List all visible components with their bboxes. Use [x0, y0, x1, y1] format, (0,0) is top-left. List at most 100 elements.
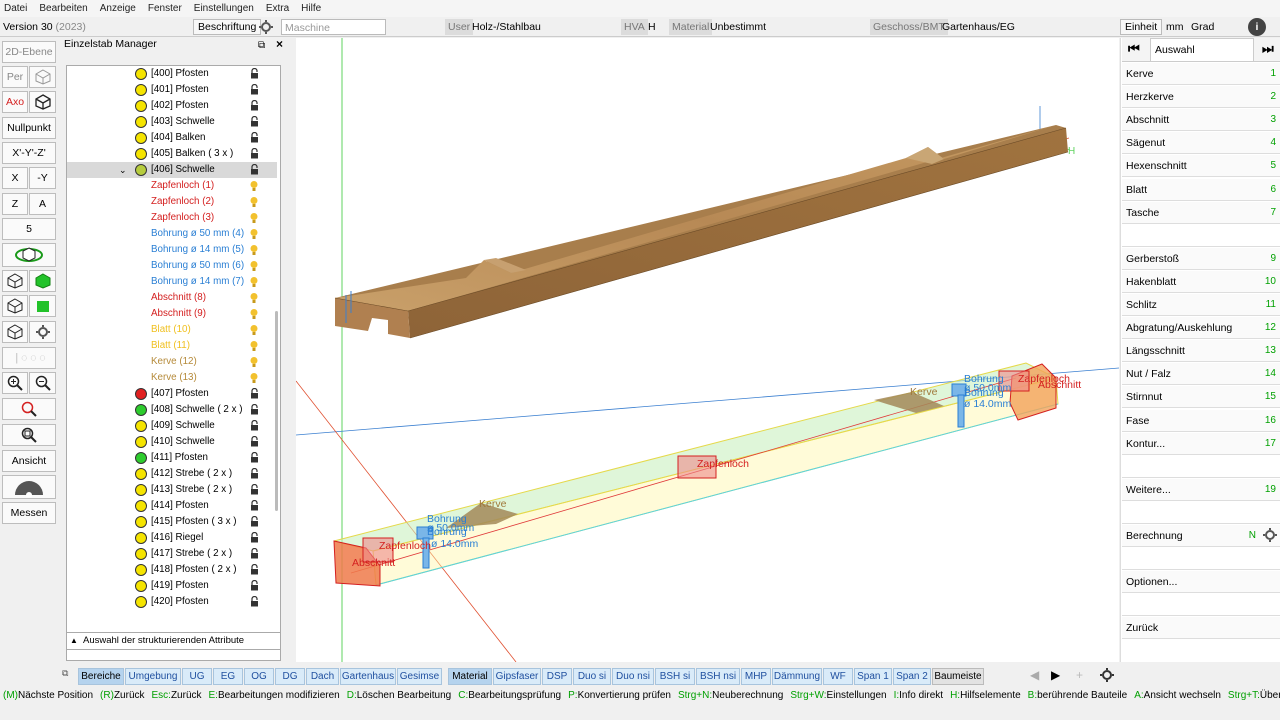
tree-subitem[interactable]: Bohrung ø 50 mm (4)	[67, 226, 277, 242]
lightbulb-icon[interactable]	[249, 180, 259, 192]
layer-tab[interactable]: UG	[182, 668, 212, 685]
layer-tab[interactable]: EG	[213, 668, 243, 685]
layer-tab[interactable]: Dämmung	[772, 668, 822, 685]
lock-icon[interactable]	[250, 499, 259, 511]
solid-cube-icon[interactable]	[29, 270, 56, 292]
dashboard-gauge-icon[interactable]	[2, 475, 56, 499]
add-icon[interactable]: +	[1076, 668, 1083, 682]
tree-item[interactable]: [420] Pfosten	[67, 594, 277, 610]
five-button[interactable]: 5	[2, 218, 56, 240]
minus-y-button[interactable]: -Y	[29, 167, 56, 189]
command-item[interactable]: Abgratung/Auskehlung 12	[1122, 317, 1280, 340]
lock-icon[interactable]	[250, 67, 259, 79]
tree-subitem[interactable]: Blatt (10)	[67, 322, 277, 338]
cube-outline-icon[interactable]	[2, 321, 28, 343]
lightbulb-icon[interactable]	[249, 340, 259, 352]
command-item[interactable]: Hakenblatt 10	[1122, 270, 1280, 293]
perspective-cube-icon[interactable]	[29, 66, 56, 88]
lightbulb-icon[interactable]	[249, 276, 259, 288]
lock-icon[interactable]	[250, 115, 259, 127]
layer-tab[interactable]: Gartenhaus	[340, 668, 396, 685]
lightbulb-icon[interactable]	[249, 212, 259, 224]
restore-icon[interactable]: ⧉	[258, 39, 265, 53]
command-item[interactable]: Herzkerve 2	[1122, 86, 1280, 109]
tree-item[interactable]: [414] Pfosten	[67, 498, 277, 514]
skip-last-icon[interactable]: ⏭	[1262, 41, 1274, 57]
skip-first-icon[interactable]: ⏮	[1128, 41, 1140, 57]
lock-icon[interactable]	[250, 515, 259, 527]
nullpunkt-button[interactable]: Nullpunkt	[2, 117, 56, 139]
xyz-button[interactable]: X'-Y'-Z'	[2, 142, 56, 164]
lock-icon[interactable]	[250, 131, 259, 143]
tree-item[interactable]: ⌄ [406] Schwelle	[67, 162, 277, 178]
zoom-in-icon[interactable]	[2, 372, 28, 394]
tab-settings-gear-icon[interactable]	[1098, 667, 1116, 686]
settings-gear-icon[interactable]	[29, 321, 56, 343]
tree-item[interactable]: [408] Schwelle ( 2 x )	[67, 402, 277, 418]
layer-tab[interactable]: Umgebung	[125, 668, 181, 685]
lightbulb-icon[interactable]	[249, 372, 259, 384]
tree-item[interactable]: [418] Pfosten ( 2 x )	[67, 562, 277, 578]
tree-item[interactable]: [402] Pfosten	[67, 98, 277, 114]
layer-tab[interactable]: Baumeiste	[932, 668, 984, 685]
command-item[interactable]: Stirnnut 15	[1122, 386, 1280, 409]
z-button[interactable]: Z	[2, 193, 28, 215]
tree-item[interactable]: [412] Strebe ( 2 x )	[67, 466, 277, 482]
tree-item[interactable]: [411] Pfosten	[67, 450, 277, 466]
layer-tab[interactable]: Span 1	[854, 668, 892, 685]
zoom-reset-icon[interactable]	[2, 398, 56, 420]
tree-item[interactable]: [404] Balken	[67, 130, 277, 146]
zoom-window-icon[interactable]	[2, 424, 56, 446]
layer-tab[interactable]: DSP	[542, 668, 572, 685]
layer-tab[interactable]: Duo nsi	[612, 668, 654, 685]
lock-icon[interactable]	[250, 451, 259, 463]
layer-tab[interactable]: Span 2	[893, 668, 931, 685]
green-cube-icon[interactable]	[29, 295, 56, 317]
zoom-out-icon[interactable]	[29, 372, 56, 394]
wireframe-cube-2-icon[interactable]	[2, 295, 28, 317]
rotate-view-icon[interactable]	[2, 243, 56, 267]
tree-subitem[interactable]: Bohrung ø 14 mm (5)	[67, 242, 277, 258]
tree-item[interactable]: [419] Pfosten	[67, 578, 277, 594]
berechnung-gear-icon[interactable]	[1261, 527, 1280, 545]
3d-viewport[interactable]: H Kerve Kerve Bohrung ø 50.0mm Bohrung ø…	[296, 38, 1119, 662]
command-item[interactable]: Nut / Falz 14	[1122, 363, 1280, 386]
menu-item-3[interactable]: Fenster	[148, 3, 182, 14]
tree-item[interactable]: [400] Pfosten	[67, 66, 277, 82]
lightbulb-icon[interactable]	[249, 260, 259, 272]
layer-tab[interactable]: Duo si	[573, 668, 611, 685]
tree-subitem[interactable]: Zapfenloch (1)	[67, 178, 277, 194]
beschriftung-button[interactable]: Beschriftung	[193, 19, 262, 35]
layer-tab[interactable]: BSH nsi	[696, 668, 740, 685]
command-item[interactable]: Längsschnitt 13	[1122, 340, 1280, 363]
lock-icon[interactable]	[250, 163, 259, 175]
lock-icon[interactable]	[250, 147, 259, 159]
tree-item[interactable]: [405] Balken ( 3 x )	[67, 146, 277, 162]
tree-subitem[interactable]: Bohrung ø 50 mm (6)	[67, 258, 277, 274]
layer-tab[interactable]: Bereiche	[78, 668, 124, 685]
layer-tab[interactable]: OG	[244, 668, 274, 685]
layer-tab[interactable]: Gesimse	[397, 668, 442, 685]
tree-subitem[interactable]: Zapfenloch (3)	[67, 210, 277, 226]
command-item[interactable]: Sägenut 4	[1122, 132, 1280, 155]
chevron-down-icon[interactable]: ⌄	[119, 162, 127, 178]
layer-tab[interactable]: Dach	[306, 668, 339, 685]
command-item[interactable]: Blatt 6	[1122, 178, 1280, 201]
lightbulb-icon[interactable]	[249, 292, 259, 304]
tree-subitem[interactable]: Kerve (13)	[67, 370, 277, 386]
wireframe-beam[interactable]	[333, 362, 1059, 587]
next-icon[interactable]: ▶	[1051, 668, 1060, 682]
layer-tab[interactable]: DG	[275, 668, 305, 685]
lightbulb-icon[interactable]	[249, 356, 259, 368]
tree-item[interactable]: [407] Pfosten	[67, 386, 277, 402]
tree-item[interactable]: [409] Schwelle	[67, 418, 277, 434]
lock-icon[interactable]	[250, 435, 259, 447]
info-icon[interactable]: i	[1248, 18, 1266, 36]
lock-icon[interactable]	[250, 547, 259, 559]
axo-cube-icon[interactable]	[29, 91, 56, 113]
axo-button[interactable]: Axo	[2, 91, 28, 113]
tree-subitem[interactable]: Kerve (12)	[67, 354, 277, 370]
lightbulb-icon[interactable]	[249, 324, 259, 336]
gear-icon[interactable]	[257, 19, 279, 35]
lock-icon[interactable]	[250, 99, 259, 111]
